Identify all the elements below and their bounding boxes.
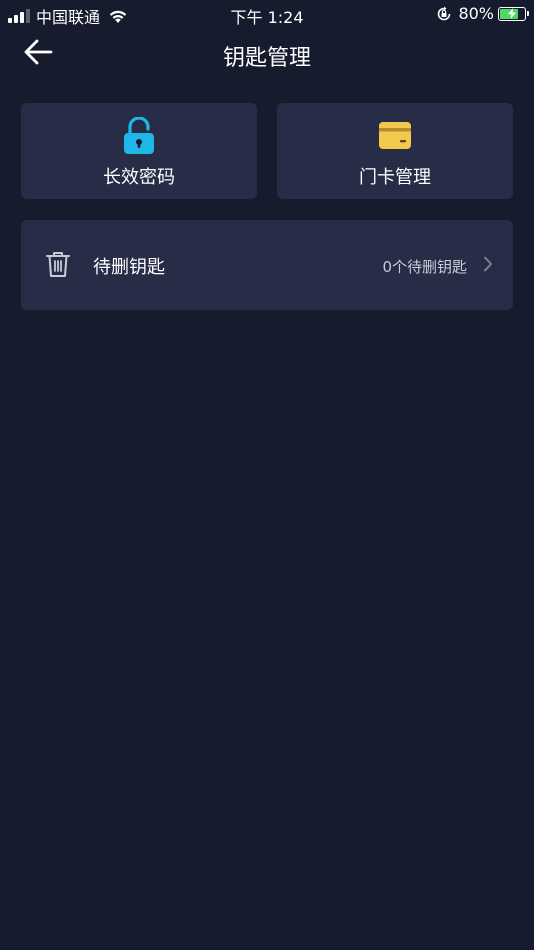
status-bar: 中国联通 下午 1:24 80% (0, 0, 534, 28)
card-icon (277, 117, 513, 155)
page-title: 钥匙管理 (222, 46, 311, 71)
battery-percent: 80% (458, 4, 494, 23)
nav-bar: 钥匙管理 (0, 28, 534, 80)
pending-delete-keys-label: 待删钥匙 (93, 257, 165, 278)
long-term-password-card[interactable]: 长效密码 (21, 103, 257, 199)
charging-bolt-icon (508, 7, 516, 19)
door-card-management-card[interactable]: 门卡管理 (277, 103, 513, 199)
key-management-screen: 中国联通 下午 1:24 80% 钥匙管理 长效密码 门卡管理 待删钥匙 0个待… (0, 0, 534, 950)
orientation-lock-icon (438, 6, 451, 20)
long-term-password-label: 长效密码 (103, 167, 175, 188)
status-bar-right: 80% (436, 4, 529, 23)
battery-charging-icon (498, 6, 529, 21)
pending-delete-keys-row[interactable]: 待删钥匙 0个待删钥匙 (21, 220, 513, 310)
pending-delete-keys-count: 0个待删钥匙 (382, 258, 467, 276)
chevron-right-icon (483, 256, 493, 276)
unlock-icon (21, 117, 257, 155)
door-card-management-label: 门卡管理 (359, 167, 431, 188)
trash-icon (45, 250, 71, 282)
